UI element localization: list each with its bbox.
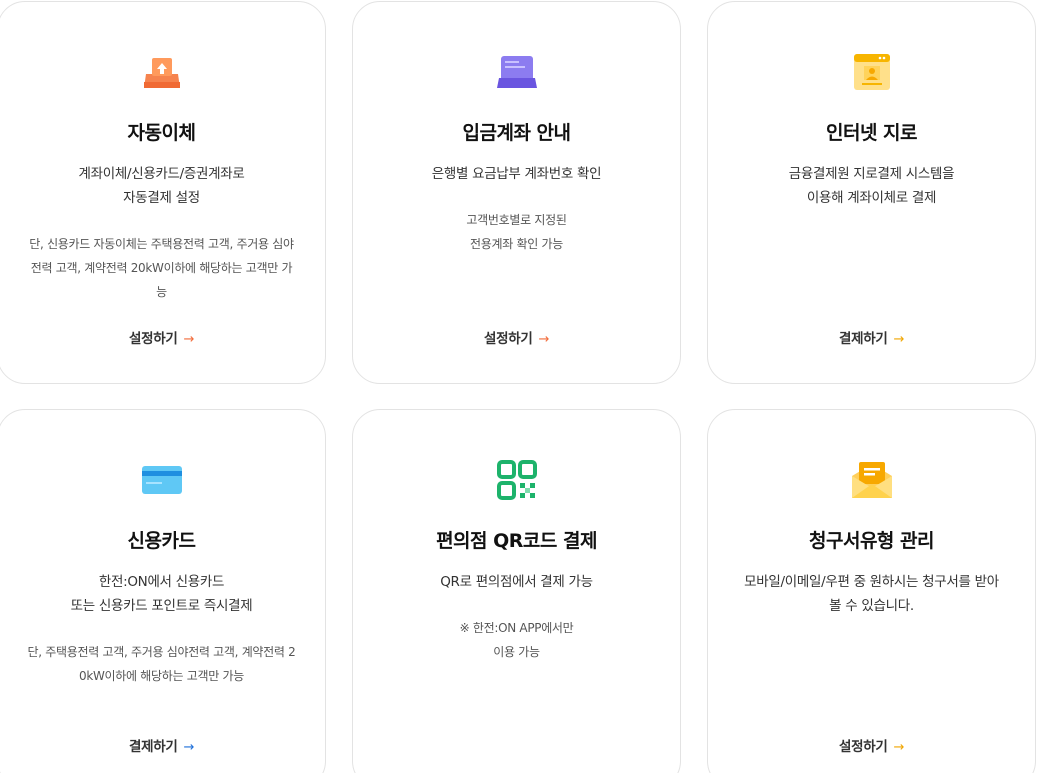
setup-button[interactable]: 설정하기 → (708, 735, 1035, 755)
card-title: 자동이체 (127, 122, 196, 144)
credit-card-icon (141, 466, 182, 494)
upload-tray-icon (143, 58, 180, 88)
arrow-right-icon: → (183, 740, 195, 755)
bank-book-icon (496, 56, 537, 88)
card-bill-type: 청구서유형 관리 모바일/이메일/우편 중 원하시는 청구서를 받아 볼 수 있… (707, 409, 1036, 773)
card-title: 편의점 QR코드 결제 (436, 530, 597, 552)
envelope-icon (851, 462, 892, 498)
card-description: 모바일/이메일/우편 중 원하시는 청구서를 받아 볼 수 있습니다. (744, 574, 999, 614)
card-description: 은행별 요금납부 계좌번호 확인 (431, 166, 602, 182)
card-description: 금융결제원 지로결제 시스템을 이용해 계좌이체로 결제 (788, 166, 955, 206)
pay-button[interactable]: 결제하기 → (708, 327, 1035, 347)
setup-button[interactable]: 설정하기 → (353, 327, 680, 347)
card-note: 단, 신용카드 자동이체는 주택용전력 고객, 주거용 심야 전력 고객, 계약… (29, 237, 294, 299)
qr-code-icon (496, 460, 537, 500)
card-credit-card: 신용카드 한전:ON에서 신용카드 또는 신용카드 포인트로 즉시결제 단, 주… (0, 409, 326, 773)
card-description: QR로 편의점에서 결제 가능 (440, 574, 593, 590)
card-title: 인터넷 지로 (825, 122, 918, 144)
arrow-right-icon: → (893, 740, 905, 755)
card-description: 계좌이체/신용카드/증권계좌로 자동결제 설정 (78, 166, 245, 206)
arrow-right-icon: → (538, 332, 550, 347)
setup-button[interactable]: 설정하기 → (0, 327, 325, 347)
card-auto-transfer: 자동이체 계좌이체/신용카드/증권계좌로 자동결제 설정 단, 신용카드 자동이… (0, 1, 326, 384)
card-internet-giro: 인터넷 지로 금융결제원 지로결제 시스템을 이용해 계좌이체로 결제 결제하기… (707, 1, 1036, 384)
pay-button[interactable]: 결제하기 → (0, 735, 325, 755)
card-qr-payment: 편의점 QR코드 결제 QR로 편의점에서 결제 가능 ※ 한전:ON APP에… (352, 409, 681, 773)
web-window-icon (853, 54, 890, 90)
card-description: 한전:ON에서 신용카드 또는 신용카드 포인트로 즉시결제 (70, 574, 253, 614)
card-title: 신용카드 (127, 530, 196, 552)
card-title: 입금계좌 안내 (462, 122, 572, 144)
card-note: ※ 한전:ON APP에서만 이용 가능 (459, 621, 574, 659)
card-note: 고객번호별로 지정된 전용계좌 확인 가능 (466, 213, 567, 251)
card-deposit-account: 입금계좌 안내 은행별 요금납부 계좌번호 확인 고객번호별로 지정된 전용계좌… (352, 1, 681, 384)
card-title: 청구서유형 관리 (809, 530, 934, 552)
arrow-right-icon: → (893, 332, 905, 347)
card-note: 단, 주택용전력 고객, 주거용 심야전력 고객, 계약전력 2 0kW이하에 … (27, 645, 296, 683)
arrow-right-icon: → (183, 332, 195, 347)
